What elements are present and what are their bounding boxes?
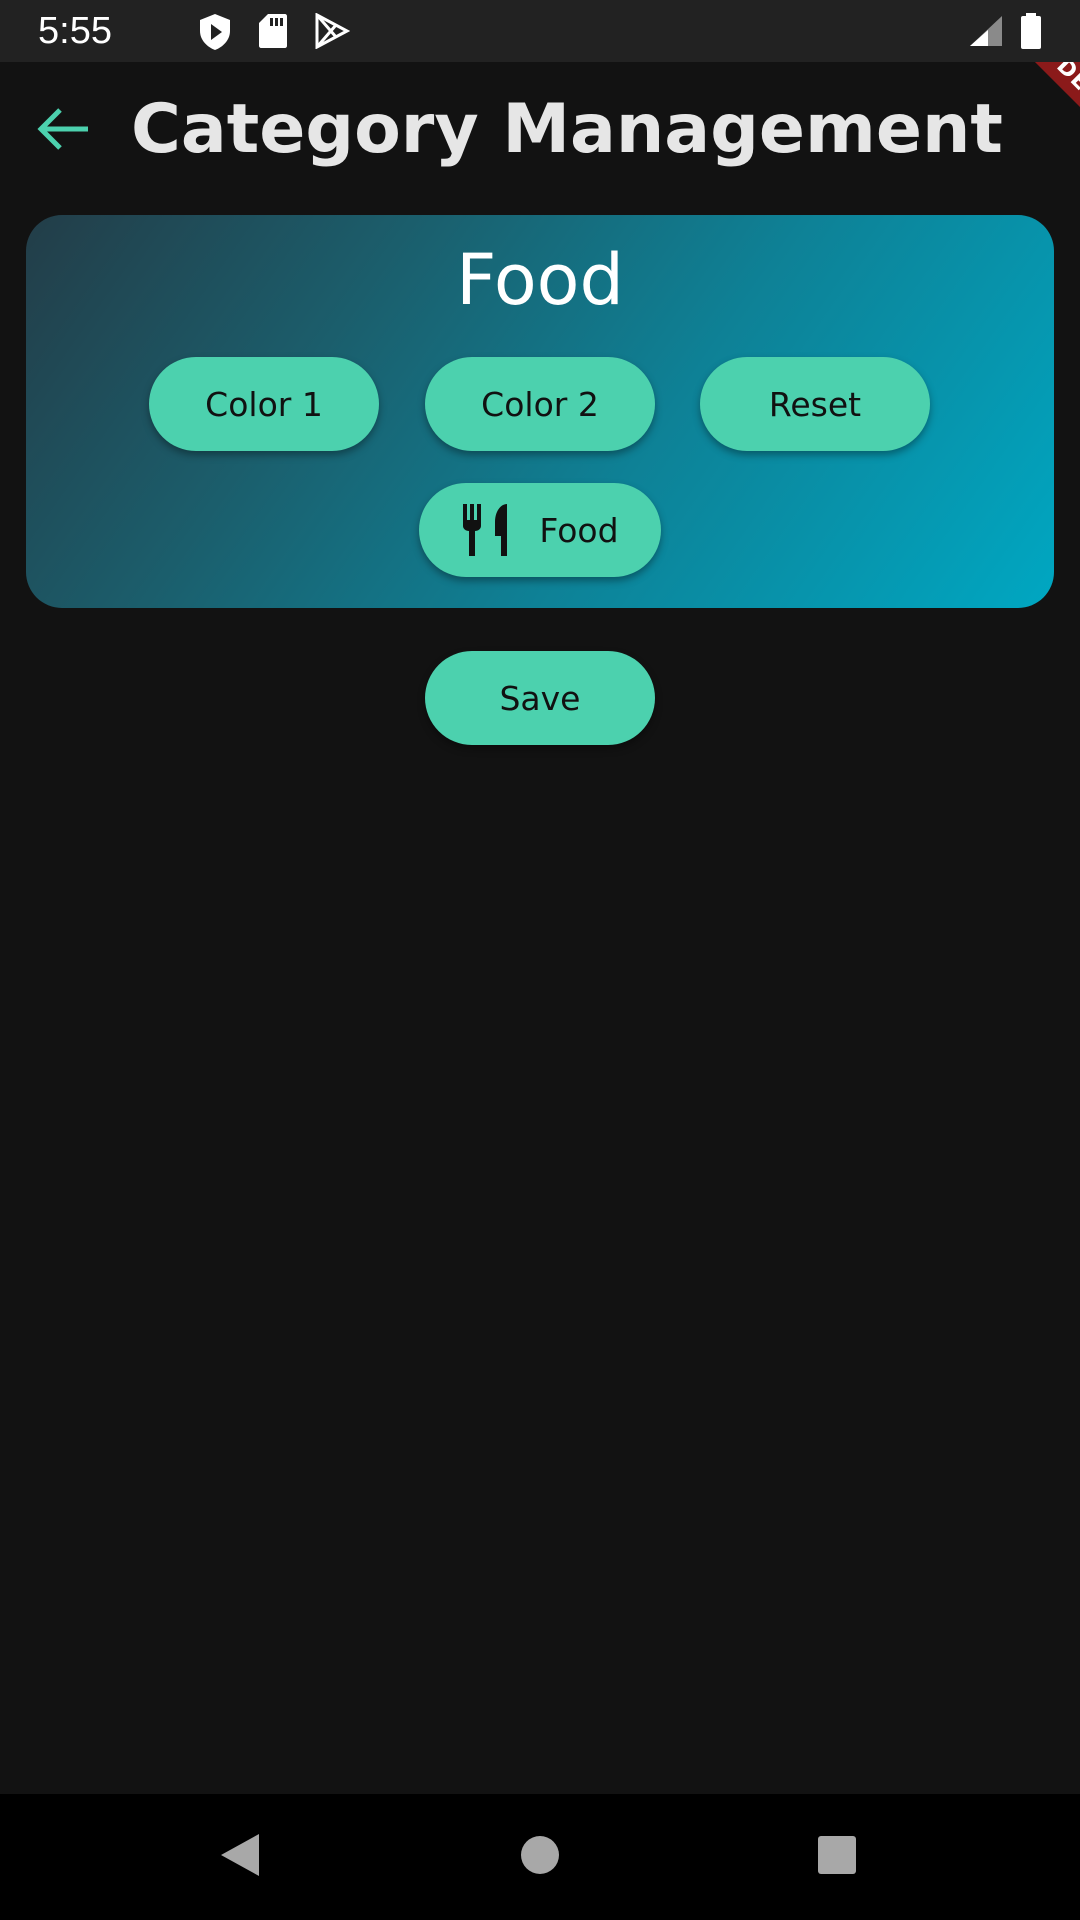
play-protect-icon: [198, 13, 232, 55]
signal-icon: [968, 14, 1004, 52]
save-label: Save: [499, 678, 581, 718]
status-bar: 5:55: [0, 0, 1080, 62]
status-time: 5:55: [38, 10, 112, 52]
color-1-button[interactable]: Color 1: [149, 357, 379, 451]
play-store-icon: [314, 12, 351, 53]
color-2-label: Color 2: [481, 384, 599, 424]
category-icon-chip[interactable]: Food: [419, 483, 661, 577]
color-2-button[interactable]: Color 2: [425, 357, 655, 451]
category-icon-chip-label: Food: [539, 510, 619, 550]
page-title: Category Management: [131, 90, 1003, 169]
reset-button[interactable]: Reset: [700, 357, 930, 451]
nav-back-button[interactable]: [200, 1817, 280, 1897]
back-triangle-icon: [219, 1832, 261, 1882]
battery-icon: [1018, 12, 1044, 54]
home-circle-icon: [520, 1835, 560, 1879]
app-bar: Category Management: [0, 62, 1080, 192]
nav-home-button[interactable]: [500, 1817, 580, 1897]
category-preview-card: Food Color 1 Color 2 Reset Food: [26, 215, 1054, 608]
recents-square-icon: [817, 1835, 857, 1879]
sd-card-icon: [258, 13, 288, 53]
save-button[interactable]: Save: [425, 651, 655, 745]
category-name: Food: [456, 239, 624, 321]
navigation-bar: [0, 1794, 1080, 1920]
reset-label: Reset: [768, 384, 862, 424]
restaurant-icon: [461, 504, 511, 556]
color-1-label: Color 1: [205, 384, 323, 424]
back-button[interactable]: [28, 96, 98, 166]
arrow-back-icon: [36, 106, 90, 156]
nav-recents-button[interactable]: [797, 1817, 877, 1897]
